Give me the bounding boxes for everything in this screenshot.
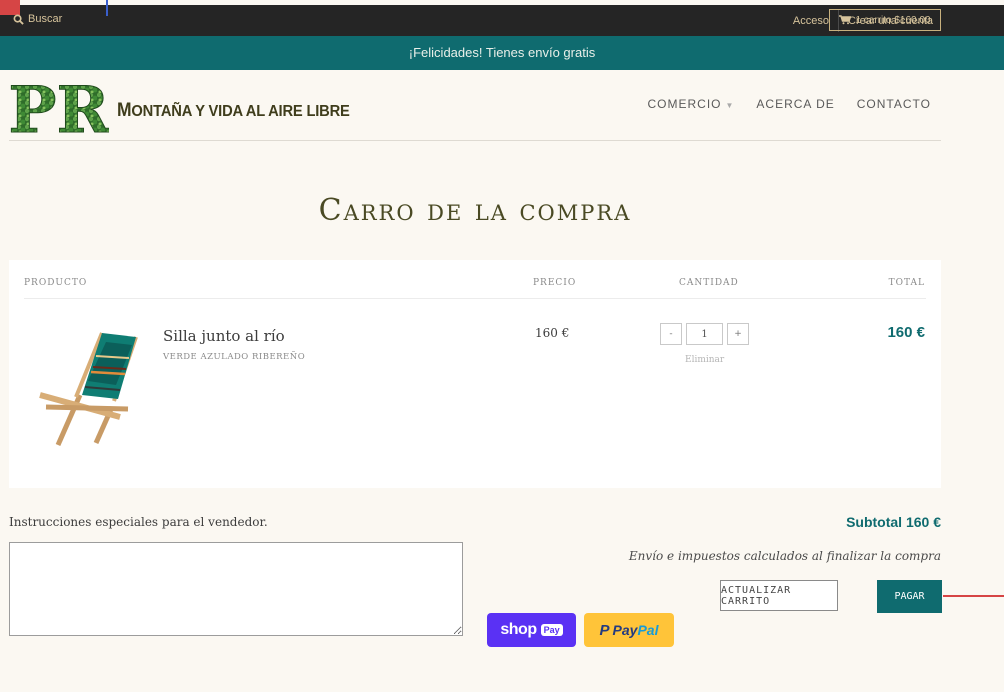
search-link[interactable]: Buscar (13, 13, 62, 25)
paypal-logo: P (599, 621, 610, 639)
nav-label: COMERCIO (647, 97, 722, 111)
brand-rest: ONTAÑA Y VIDA AL AIRE LIBRE (131, 103, 350, 120)
cart-label: 1 carrito $160.00 (855, 14, 931, 26)
product-price: 160 € (535, 326, 570, 340)
caret-down-icon: ▼ (725, 101, 735, 110)
brand-name[interactable]: MONTAÑA Y VIDA AL AIRE LIBRE (117, 100, 350, 122)
nav-item-about[interactable]: ACERCA DE (756, 97, 834, 111)
shoppay-badge: Pay (540, 624, 563, 636)
promo-banner: ¡Felicidades! Tienes envío gratis (0, 36, 1004, 70)
remove-link[interactable]: Eliminar (685, 355, 724, 365)
cart-table: PRODUCTO PRECIO CANTIDAD TOTAL Silla jun… (9, 260, 941, 488)
cart-button[interactable]: 1 carrito $160.00 (829, 9, 941, 31)
line-total: 160 € (887, 324, 925, 341)
header-total: TOTAL (888, 278, 925, 288)
decrement-button[interactable]: - (660, 323, 682, 345)
nav-item-shop[interactable]: COMERCIO ▼ (647, 97, 734, 111)
product-name-link[interactable]: Silla junto al río (163, 327, 285, 345)
promo-text: ¡Felicidades! Tienes envío gratis (408, 45, 596, 60)
brand-first-letter: M (117, 100, 132, 121)
update-cart-button[interactable]: ACTUALIZAR CARRITO (720, 580, 838, 611)
increment-button[interactable]: + (727, 323, 749, 345)
paypal-wordmark: PayPal (612, 622, 659, 638)
quantity-stepper: - 1 + (660, 323, 749, 345)
search-icon (13, 14, 24, 25)
paypal-button[interactable]: P PayPal (584, 613, 674, 647)
top-bar: Buscar Acceso Crear una cuenta 1 carrito… (0, 0, 1004, 36)
logo-text: PR (9, 77, 109, 137)
cart-icon (839, 15, 852, 25)
red-marker-line (943, 595, 1004, 597)
quantity-input[interactable]: 1 (686, 323, 723, 345)
shoppay-logo: shop (500, 621, 537, 638)
instructions-textarea[interactable] (9, 542, 463, 636)
header-divider (9, 140, 941, 141)
checkout-button[interactable]: PAGAR (877, 580, 942, 613)
subtotal: Subtotal 160 € (846, 514, 941, 530)
header-divider (24, 298, 926, 299)
header-price: PRECIO (533, 278, 577, 288)
nav-item-contact[interactable]: CONTACTO (857, 97, 931, 111)
blue-marker (106, 0, 108, 16)
page-title: Carro de la compra (318, 193, 632, 228)
header-quantity: CANTIDAD (679, 278, 739, 288)
product-image[interactable] (36, 325, 141, 447)
shipping-note: Envío e impuestos calculados al finaliza… (628, 549, 941, 563)
header-product: PRODUCTO (24, 278, 88, 288)
shoppay-button[interactable]: shop Pay (487, 613, 576, 647)
search-label: Buscar (28, 13, 63, 25)
product-variant: VERDE AZULADO RIBEREÑO (163, 352, 306, 362)
main-nav: COMERCIO ▼ ACERCA DE CONTACTO (647, 97, 931, 111)
store-logo[interactable]: PR (9, 77, 109, 137)
instructions-label: Instrucciones especiales para el vendedo… (9, 515, 268, 529)
